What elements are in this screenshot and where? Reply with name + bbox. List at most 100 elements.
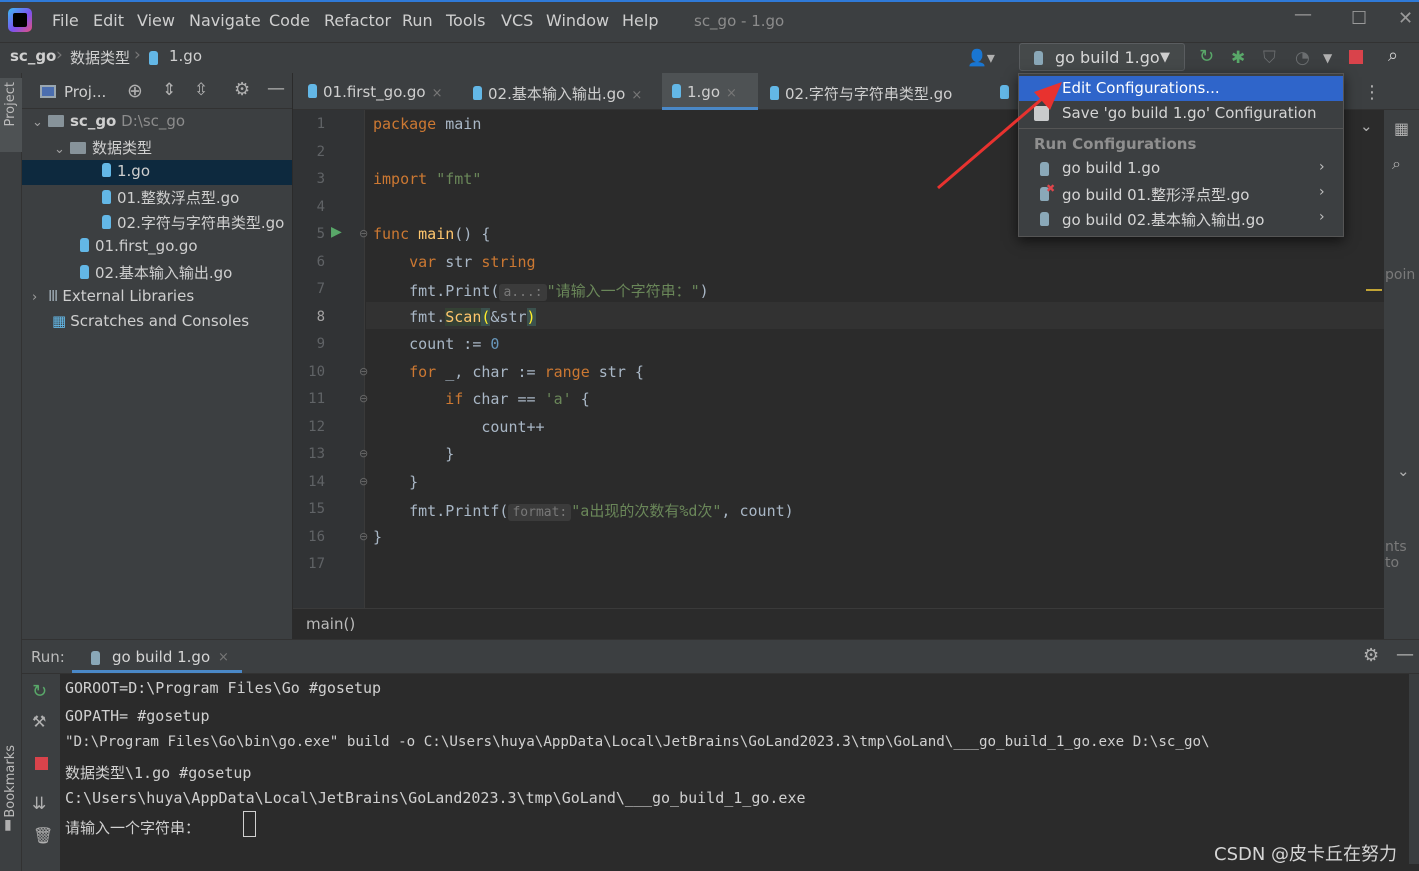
expand-all-icon[interactable]: ⇕	[162, 80, 176, 100]
file-label: 02.字符与字符串类型.go	[117, 214, 285, 232]
console-scrollbar[interactable]	[1409, 674, 1419, 864]
minimize-icon[interactable]: —	[1294, 4, 1312, 25]
rerun-icon[interactable]: ↻	[32, 681, 47, 702]
tree-item-root[interactable]: ⌄ sc_go D:\sc_go	[22, 110, 292, 135]
project-panel-title[interactable]: Proj...	[64, 83, 106, 101]
chevron-down-icon[interactable]: ⌄	[1360, 117, 1373, 135]
tree-item-folder[interactable]: ⌄ 数据类型	[22, 135, 292, 160]
chevron-down-icon[interactable]: ⌄	[1397, 462, 1410, 480]
line-number: 3	[316, 171, 325, 187]
tree-item-file[interactable]: 01.first_go.go	[22, 235, 292, 260]
menu-refactor[interactable]: Refactor	[324, 11, 391, 30]
menu-run[interactable]: Run	[402, 11, 433, 30]
close-tab-icon[interactable]: ×	[432, 86, 443, 101]
breadcrumb-project[interactable]: sc_go	[10, 47, 56, 65]
debug-icon[interactable]: ✱	[1231, 48, 1245, 68]
menu-vcs[interactable]: VCS	[501, 11, 533, 30]
hide-panel-icon[interactable]: —	[267, 78, 285, 99]
collapse-all-icon[interactable]: ⇳	[194, 80, 208, 100]
go-file-icon	[80, 238, 89, 252]
external-libraries-label: External Libraries	[62, 287, 195, 305]
line-number: 7	[316, 281, 325, 297]
breadcrumb-folder[interactable]: 数据类型	[70, 47, 130, 68]
close-tab-icon[interactable]: ×	[218, 650, 229, 665]
window-title: sc_go - 1.go	[694, 12, 785, 30]
chevron-right-icon: ›	[1319, 209, 1325, 225]
file-label: 02.基本输入输出.go	[95, 264, 233, 282]
config-item-io[interactable]: go build 02.基本输入输出.go ›	[1019, 206, 1343, 231]
tree-item-scratches[interactable]: ▦ Scratches and Consoles	[22, 310, 292, 335]
scroll-to-end-icon[interactable]: ⇊	[32, 794, 46, 814]
tab-first-go[interactable]: 01.first_go.go ×	[300, 73, 460, 110]
fold-icon[interactable]: ⊖	[359, 530, 368, 543]
go-file-icon	[770, 86, 779, 100]
menu-file[interactable]: File	[52, 11, 79, 30]
more-run-options-icon[interactable]: ▼	[1323, 51, 1332, 65]
tab-basic-io[interactable]: 02.基本输入输出.go ×	[465, 73, 660, 110]
go-file-icon	[672, 84, 681, 98]
tab-1-go[interactable]: 1.go ×	[662, 73, 758, 110]
wrench-icon[interactable]: ⚒	[32, 712, 46, 731]
menu-tools[interactable]: Tools	[446, 11, 485, 30]
run-gutter-icon[interactable]: ▶	[331, 224, 342, 240]
run-tab-label: go build 1.go	[112, 648, 211, 666]
menu-code[interactable]: Code	[269, 11, 310, 30]
bookmarks-stripe-label[interactable]: Bookmarks	[3, 745, 18, 818]
menu-navigate[interactable]: Navigate	[189, 11, 261, 30]
user-icon[interactable]: 👤▾	[967, 48, 995, 67]
line-number: 4	[316, 199, 325, 215]
line-number: 2	[316, 144, 325, 160]
stop-icon[interactable]	[1349, 50, 1363, 64]
structure-icon[interactable]: ▦	[1394, 119, 1409, 138]
close-tab-icon[interactable]: ×	[631, 88, 642, 103]
close-tab-icon[interactable]: ×	[726, 86, 737, 101]
code-line-6: var str string	[373, 253, 536, 271]
trash-icon[interactable]: 🗑	[33, 826, 53, 845]
fold-icon[interactable]: ⊖	[359, 392, 368, 405]
go-file-icon	[308, 84, 317, 98]
tree-item-file[interactable]: 02.基本输入输出.go	[22, 260, 292, 285]
search-icon[interactable]: ⌕	[1388, 45, 1398, 66]
tree-item-file[interactable]: 1.go	[22, 160, 292, 185]
gear-icon[interactable]: ⚙	[1363, 645, 1379, 666]
editor-breadcrumb[interactable]: main()	[306, 615, 355, 633]
rerun-icon[interactable]: ↻	[1199, 46, 1214, 67]
stop-icon[interactable]	[35, 757, 48, 770]
fold-icon[interactable]: ⊖	[359, 227, 368, 240]
breadcrumb-file[interactable]: 1.go	[169, 47, 202, 65]
hide-panel-icon[interactable]: —	[1396, 644, 1414, 665]
close-window-icon[interactable]: ✕	[1398, 8, 1413, 29]
coverage-icon[interactable]: ⛉	[1263, 48, 1276, 68]
watermark: CSDN @皮卡丘在努力	[1214, 844, 1398, 865]
inspect-icon[interactable]: ⌕	[1392, 154, 1401, 174]
fold-icon[interactable]: ⊖	[359, 365, 368, 378]
code-line-14: }	[373, 473, 419, 491]
maximize-icon[interactable]: ☐	[1351, 8, 1367, 29]
bookmark-icon[interactable]: ▮	[4, 817, 12, 833]
code-line-12: count++	[373, 418, 545, 436]
code-line-1: package main	[373, 115, 482, 133]
fold-icon[interactable]: ⊖	[359, 475, 368, 488]
line-number: 10	[308, 364, 325, 380]
more-tabs-icon[interactable]: ⋮	[1363, 82, 1381, 103]
tree-item-file[interactable]: 01.整数浮点型.go	[22, 185, 292, 210]
console-line: 请输入一个字符串：	[65, 819, 201, 837]
menu-view[interactable]: View	[137, 11, 175, 30]
hint-text: nts to	[1385, 539, 1407, 571]
line-number: 8	[316, 309, 325, 325]
tree-item-external-libraries[interactable]: › Ⅲ External Libraries	[22, 285, 292, 310]
menu-edit[interactable]: Edit	[93, 11, 124, 30]
goland-logo-icon[interactable]	[8, 8, 32, 32]
hint-text: poin	[1385, 267, 1416, 283]
locate-file-icon[interactable]: ⊕	[127, 80, 143, 102]
gear-icon[interactable]: ⚙	[234, 79, 250, 100]
menu-help[interactable]: Help	[622, 11, 658, 30]
profile-icon[interactable]: ◔	[1295, 48, 1310, 68]
line-number: 12	[308, 419, 325, 435]
fold-icon[interactable]: ⊖	[359, 447, 368, 460]
tree-item-file[interactable]: 02.字符与字符串类型.go	[22, 210, 292, 235]
code-line-11: if char == 'a' {	[373, 390, 590, 408]
parameter-hint: format:	[508, 504, 572, 521]
menu-window[interactable]: Window	[546, 11, 609, 30]
console-input-cursor[interactable]	[243, 811, 256, 837]
